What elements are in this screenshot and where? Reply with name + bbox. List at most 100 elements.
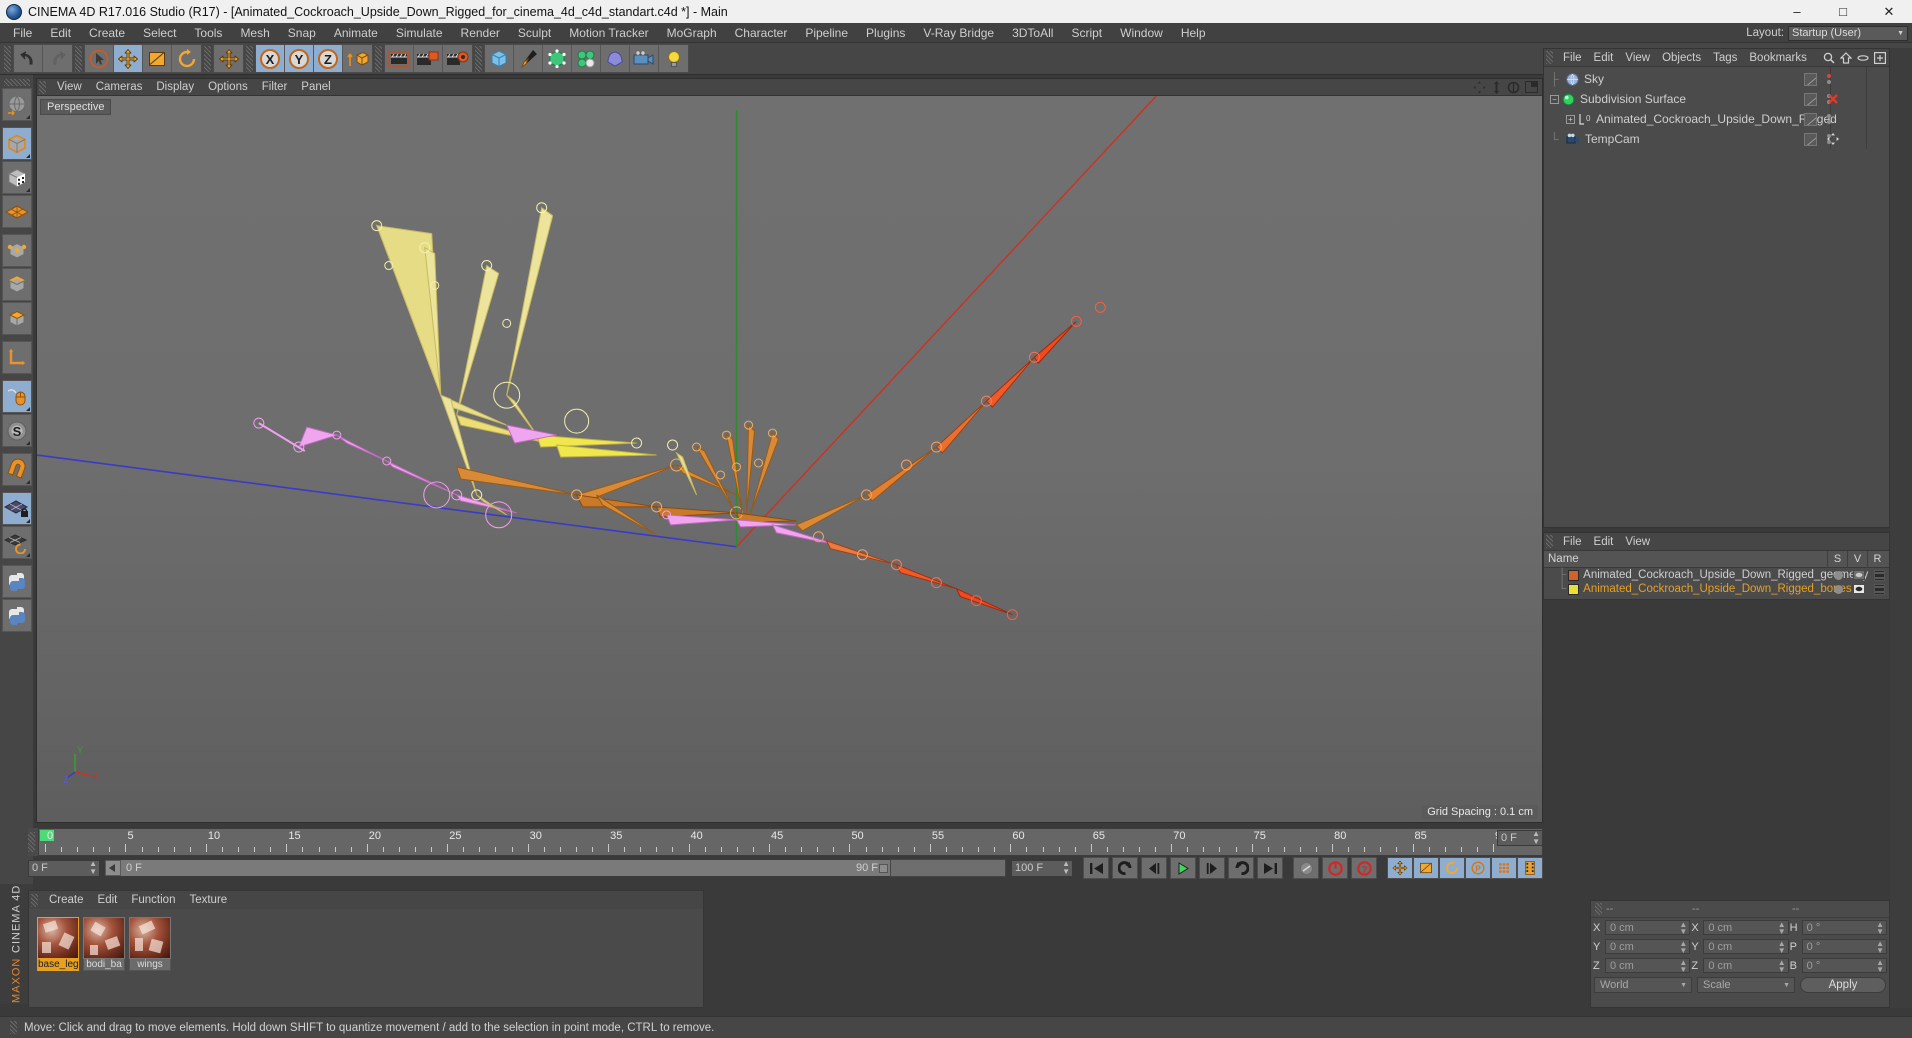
- redo-button[interactable]: [43, 45, 72, 72]
- end-marker-handle[interactable]: [879, 863, 888, 873]
- previous-frame-button[interactable]: [1141, 857, 1167, 879]
- menu-help[interactable]: Help: [1172, 24, 1215, 42]
- viewport-menu-filter[interactable]: Filter: [255, 80, 295, 94]
- timeline-empty-track[interactable]: [890, 859, 1006, 877]
- menu-snap[interactable]: Snap: [279, 24, 325, 42]
- object-menu-tags[interactable]: Tags: [1707, 51, 1743, 65]
- object-tag-slot[interactable]: [1804, 72, 1817, 86]
- render-icon[interactable]: [1874, 569, 1885, 581]
- object-menu-objects[interactable]: Objects: [1656, 51, 1707, 65]
- move-axis-button[interactable]: [214, 45, 243, 72]
- size-y-field[interactable]: 0 cm ▲ ▼: [1703, 939, 1789, 954]
- polygons-mode-button[interactable]: [1, 302, 32, 335]
- autokeying-button[interactable]: [1293, 857, 1319, 879]
- toolbar-grip-3[interactable]: [204, 45, 211, 72]
- editor-visibility-dot[interactable]: [1827, 114, 1831, 118]
- spinner-icon[interactable]: ▲ ▼: [1876, 958, 1884, 973]
- spinner-icon[interactable]: ▲ ▼: [1876, 920, 1884, 935]
- pan-view-icon[interactable]: [1491, 80, 1502, 94]
- expand-expander[interactable]: +: [1566, 114, 1575, 124]
- visibility-dots[interactable]: [1827, 74, 1831, 84]
- status-bar-grip[interactable]: [10, 1021, 17, 1034]
- material-item-wings[interactable]: wings: [129, 917, 171, 971]
- layout-dropdown[interactable]: Startup (User) ▼: [1788, 25, 1908, 41]
- scale-tool-button[interactable]: [143, 45, 172, 72]
- object-tag-slot[interactable]: [1804, 112, 1817, 126]
- scrubber-knob[interactable]: [105, 860, 121, 876]
- material-menu-function[interactable]: Function: [124, 893, 182, 907]
- object-menu-edit[interactable]: Edit: [1588, 51, 1620, 65]
- left-toolbar-grip[interactable]: [3, 79, 30, 86]
- close-button[interactable]: ✕: [1866, 0, 1912, 23]
- spinner-icon[interactable]: ▲ ▼: [1679, 920, 1687, 935]
- menu-edit[interactable]: Edit: [41, 24, 80, 42]
- material-item-base-leg[interactable]: base_leg: [37, 917, 79, 971]
- solo-dot[interactable]: [1834, 570, 1843, 580]
- position-key-button[interactable]: [1387, 857, 1413, 879]
- move-tool-button[interactable]: [114, 45, 143, 72]
- menu-create[interactable]: Create: [80, 24, 134, 42]
- rotate-view-icon[interactable]: [1507, 81, 1520, 94]
- spinner-icon[interactable]: ▲ ▼: [1062, 860, 1070, 876]
- add-box-icon[interactable]: [1874, 51, 1886, 64]
- viewport-menu-options[interactable]: Options: [201, 80, 255, 94]
- coordinates-grip[interactable]: [1595, 903, 1602, 915]
- move-tag-icon[interactable]: [1827, 133, 1839, 145]
- object-menu-file[interactable]: File: [1557, 51, 1588, 65]
- right-material-grip[interactable]: [1546, 535, 1553, 548]
- material-menu-edit[interactable]: Edit: [91, 893, 125, 907]
- object-tag-slot[interactable]: [1804, 92, 1817, 106]
- frame-scrubber[interactable]: 0 F 90 F: [104, 859, 1007, 877]
- maximize-button[interactable]: □: [1820, 0, 1866, 23]
- snap-button[interactable]: [1, 453, 32, 486]
- timeline-grip[interactable]: [28, 832, 35, 852]
- menu-animate[interactable]: Animate: [325, 24, 387, 42]
- material-item-bodi-base[interactable]: bodi_ba: [83, 917, 125, 971]
- python-script-button[interactable]: [1, 565, 32, 598]
- model-mode-button[interactable]: [1, 127, 32, 160]
- rotation-h-field[interactable]: 0 ° ▲ ▼: [1801, 920, 1887, 935]
- solo-dot[interactable]: [1834, 584, 1843, 594]
- texture-mode-button[interactable]: [1, 161, 32, 194]
- add-camera-button[interactable]: [630, 45, 659, 72]
- go-to-end-button[interactable]: [1257, 857, 1283, 879]
- maximize-view-icon[interactable]: [1525, 81, 1538, 93]
- add-spline-button[interactable]: [514, 45, 543, 72]
- menu-motion-tracker[interactable]: Motion Tracker: [560, 24, 657, 42]
- coordinate-system-dropdown[interactable]: World ▼: [1594, 977, 1692, 993]
- viewport-menu-display[interactable]: Display: [149, 80, 201, 94]
- right-material-menu-view[interactable]: View: [1619, 535, 1656, 549]
- texture-axis-button[interactable]: [1, 88, 32, 121]
- position-z-field[interactable]: 0 cm ▲ ▼: [1605, 958, 1691, 973]
- toolbar-grip-6[interactable]: [475, 45, 482, 72]
- points-mode-button[interactable]: [1, 234, 32, 267]
- undo-button[interactable]: [14, 45, 43, 72]
- start-frame-field[interactable]: 0 F ▲ ▼: [28, 859, 100, 877]
- menu-tools[interactable]: Tools: [185, 24, 231, 42]
- menu-mograph[interactable]: MoGraph: [658, 24, 726, 42]
- viewport-grip[interactable]: [39, 80, 46, 94]
- material-manager-grip[interactable]: [31, 893, 38, 907]
- render-icon[interactable]: [1874, 583, 1885, 595]
- add-array-button[interactable]: [572, 45, 601, 72]
- add-cube-button[interactable]: [485, 45, 514, 72]
- go-to-start-button[interactable]: [1083, 857, 1109, 879]
- spinner-icon[interactable]: ▲ ▼: [1532, 830, 1540, 846]
- search-icon[interactable]: [1823, 52, 1835, 64]
- play-forwards-button[interactable]: [1170, 857, 1196, 879]
- minimize-button[interactable]: –: [1774, 0, 1820, 23]
- menu-select[interactable]: Select: [134, 24, 185, 42]
- spinner-icon[interactable]: ▲ ▼: [1876, 939, 1884, 954]
- toolbar-grip-2[interactable]: [75, 45, 82, 72]
- menu-pipeline[interactable]: Pipeline: [796, 24, 857, 42]
- spinner-icon[interactable]: ▲ ▼: [1778, 958, 1786, 973]
- render-visibility-dot[interactable]: [1827, 80, 1831, 84]
- size-mode-dropdown[interactable]: Scale ▼: [1697, 977, 1795, 993]
- object-row-sky[interactable]: ├ Sky: [1544, 69, 1889, 89]
- menu-mesh[interactable]: Mesh: [231, 24, 278, 42]
- menu-plugins[interactable]: Plugins: [857, 24, 914, 42]
- rotation-b-field[interactable]: 0 ° ▲ ▼: [1801, 958, 1887, 973]
- menu-vray-bridge[interactable]: V-Ray Bridge: [914, 24, 1003, 42]
- menu-simulate[interactable]: Simulate: [387, 24, 452, 42]
- ellipse-icon[interactable]: [1857, 52, 1869, 64]
